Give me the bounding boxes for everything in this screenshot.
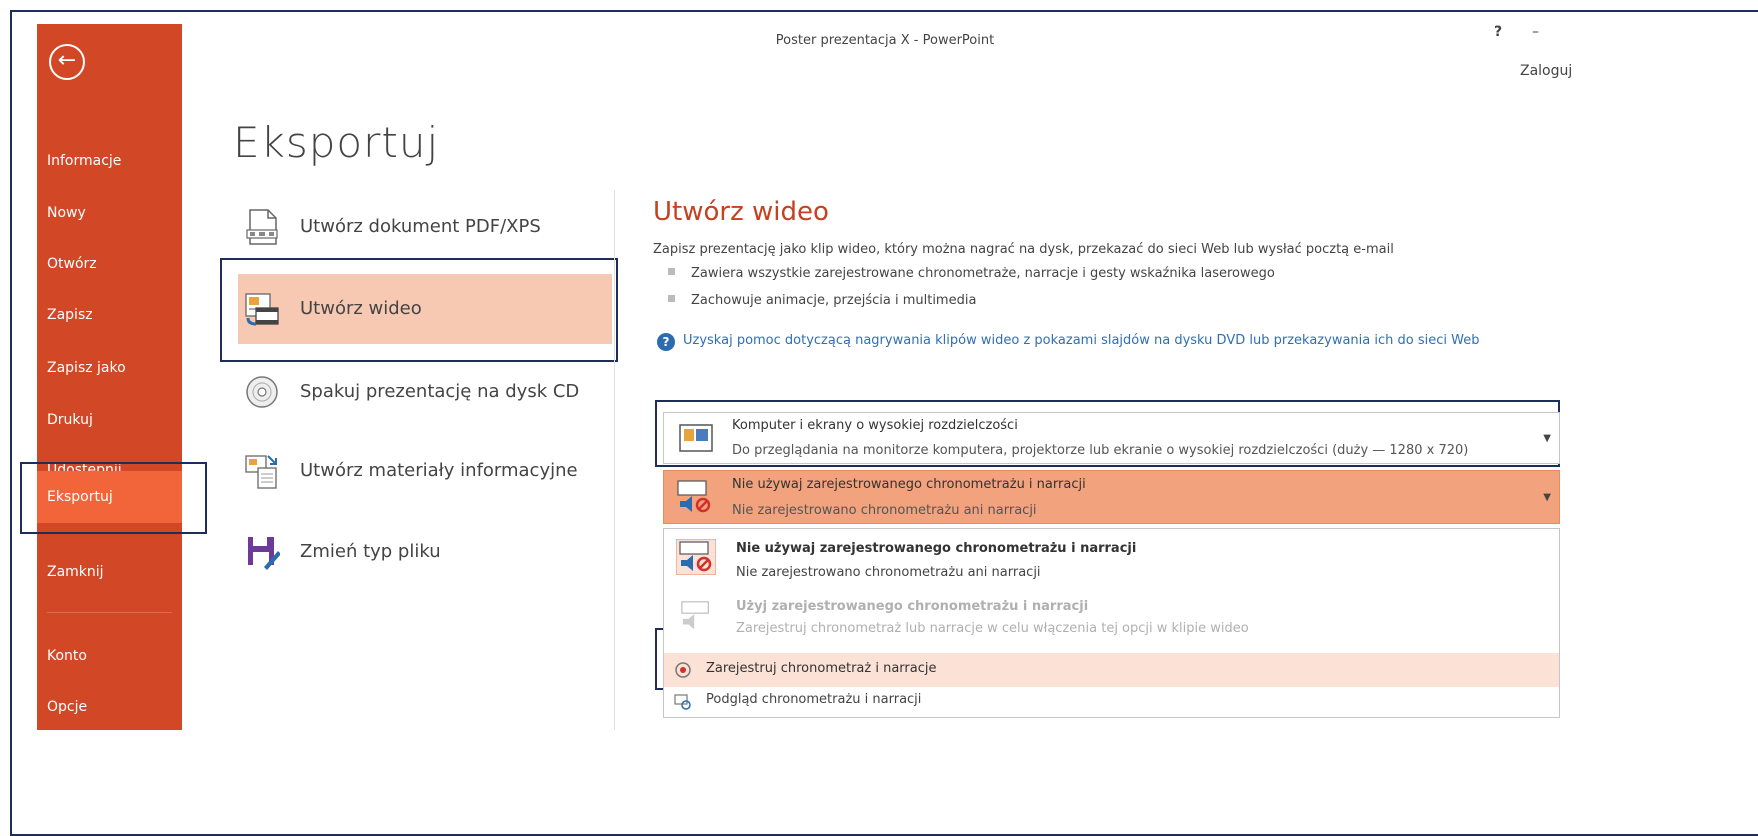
video-icon xyxy=(245,293,279,326)
bullet-square-icon xyxy=(668,268,675,275)
export-option-label: Spakuj prezentację na dysk CD xyxy=(300,381,580,402)
nav-item-informacje[interactable]: Informacje xyxy=(37,135,182,187)
window-title: Poster prezentacja X - PowerPoint xyxy=(775,33,995,48)
export-option-cd[interactable]: Spakuj prezentację na dysk CD xyxy=(238,357,612,427)
quality-subtitle: Do przeglądania na monitorze komputera, … xyxy=(732,443,1469,458)
option-title: Użyj zarejestrowanego chronometrażu i na… xyxy=(736,599,1089,614)
help-link[interactable]: Uzyskaj pomoc dotyczącą nagrywania klipó… xyxy=(683,331,1563,350)
export-option-video[interactable]: Utwórz wideo xyxy=(238,274,612,344)
minimize-button[interactable]: – xyxy=(1532,24,1539,40)
video-bullet: Zawiera wszystkie zarejestrowane chronom… xyxy=(668,266,1275,281)
record-icon xyxy=(675,662,691,678)
nav-item-nowy[interactable]: Nowy xyxy=(37,187,182,239)
backstage-sidebar: ← Informacje Nowy Otwórz Zapisz Zapisz j… xyxy=(37,24,182,730)
panel-divider xyxy=(614,190,615,730)
help-circle-icon: ? xyxy=(657,333,675,351)
sign-in-link[interactable]: Zaloguj xyxy=(1520,63,1572,79)
narration-icon xyxy=(681,601,709,630)
timing-option-record[interactable]: Zarejestruj chronometraż i narracje xyxy=(664,653,1559,687)
bullet-square-icon xyxy=(668,295,675,302)
export-option-label: Utwórz dokument PDF/XPS xyxy=(300,216,541,237)
export-option-label: Utwórz wideo xyxy=(300,298,422,319)
preview-icon xyxy=(674,694,691,710)
export-option-handouts[interactable]: Utwórz materiały informacyjne xyxy=(238,436,612,506)
page-title: Eksportuj xyxy=(233,118,440,167)
timing-option-use-recording: Użyj zarejestrowanego chronometrażu i na… xyxy=(664,591,1559,641)
nav-item-zapisz-jako[interactable]: Zapisz jako xyxy=(37,342,182,394)
dropdown-arrow-icon: ▼ xyxy=(1543,433,1551,444)
no-narration-icon xyxy=(677,480,711,513)
export-option-pdf[interactable]: Utwórz dokument PDF/XPS xyxy=(238,192,612,262)
quality-title: Komputer i ekrany o wysokiej rozdzielczo… xyxy=(732,418,1018,433)
export-option-label: Utwórz materiały informacyjne xyxy=(300,460,578,481)
sidebar-divider xyxy=(47,612,172,613)
timing-option-preview[interactable]: Podgląd chronometrażu i narracji xyxy=(664,687,1559,717)
highlight-eksportuj xyxy=(20,462,207,534)
option-title: Nie używaj zarejestrowanego chronometraż… xyxy=(736,541,1137,556)
video-panel-description: Zapisz prezentację jako klip wideo, któr… xyxy=(653,242,1394,257)
export-option-label: Zmień typ pliku xyxy=(300,541,441,562)
handouts-icon xyxy=(245,455,277,489)
dropdown-arrow-icon: ▼ xyxy=(1543,492,1551,503)
bullet-text: Zachowuje animacje, przejścia i multimed… xyxy=(691,293,977,308)
save-as-type-icon xyxy=(248,537,280,570)
option-title: Zarejestruj chronometraż i narracje xyxy=(706,661,937,676)
option-title: Podgląd chronometrażu i narracji xyxy=(706,692,922,707)
nav-item-zapisz[interactable]: Zapisz xyxy=(37,289,182,341)
nav-item-zamknij[interactable]: Zamknij xyxy=(37,546,182,598)
timing-dropdown[interactable]: Nie używaj zarejestrowanego chronometraż… xyxy=(663,470,1560,524)
bullet-text: Zawiera wszystkie zarejestrowane chronom… xyxy=(691,266,1275,281)
pdf-document-icon xyxy=(246,209,278,245)
timing-options-list: Nie używaj zarejestrowanego chronometraż… xyxy=(663,528,1560,718)
nav-item-otworz[interactable]: Otwórz xyxy=(37,238,182,290)
option-subtitle: Nie zarejestrowano chronometrażu ani nar… xyxy=(736,565,1041,580)
nav-item-konto[interactable]: Konto xyxy=(37,630,182,682)
help-button[interactable]: ? xyxy=(1494,24,1502,40)
timing-option-no-recording[interactable]: Nie używaj zarejestrowanego chronometraż… xyxy=(664,529,1559,589)
export-option-change-type[interactable]: Zmień typ pliku xyxy=(238,517,612,587)
video-panel-title: Utwórz wideo xyxy=(653,197,829,227)
timing-subtitle: Nie zarejestrowano chronometrażu ani nar… xyxy=(732,503,1037,518)
timing-title: Nie używaj zarejestrowanego chronometraż… xyxy=(732,477,1086,492)
monitor-icon xyxy=(679,424,713,452)
nav-item-opcje[interactable]: Opcje xyxy=(37,681,182,733)
cd-icon xyxy=(246,376,278,408)
option-subtitle: Zarejestruj chronometraż lub narracje w … xyxy=(736,621,1249,636)
nav-item-drukuj[interactable]: Drukuj xyxy=(37,394,182,446)
no-narration-icon xyxy=(676,539,716,575)
video-bullet: Zachowuje animacje, przejścia i multimed… xyxy=(668,293,976,308)
back-arrow-icon[interactable]: ← xyxy=(49,44,85,80)
quality-dropdown[interactable]: Komputer i ekrany o wysokiej rozdzielczo… xyxy=(663,412,1560,464)
